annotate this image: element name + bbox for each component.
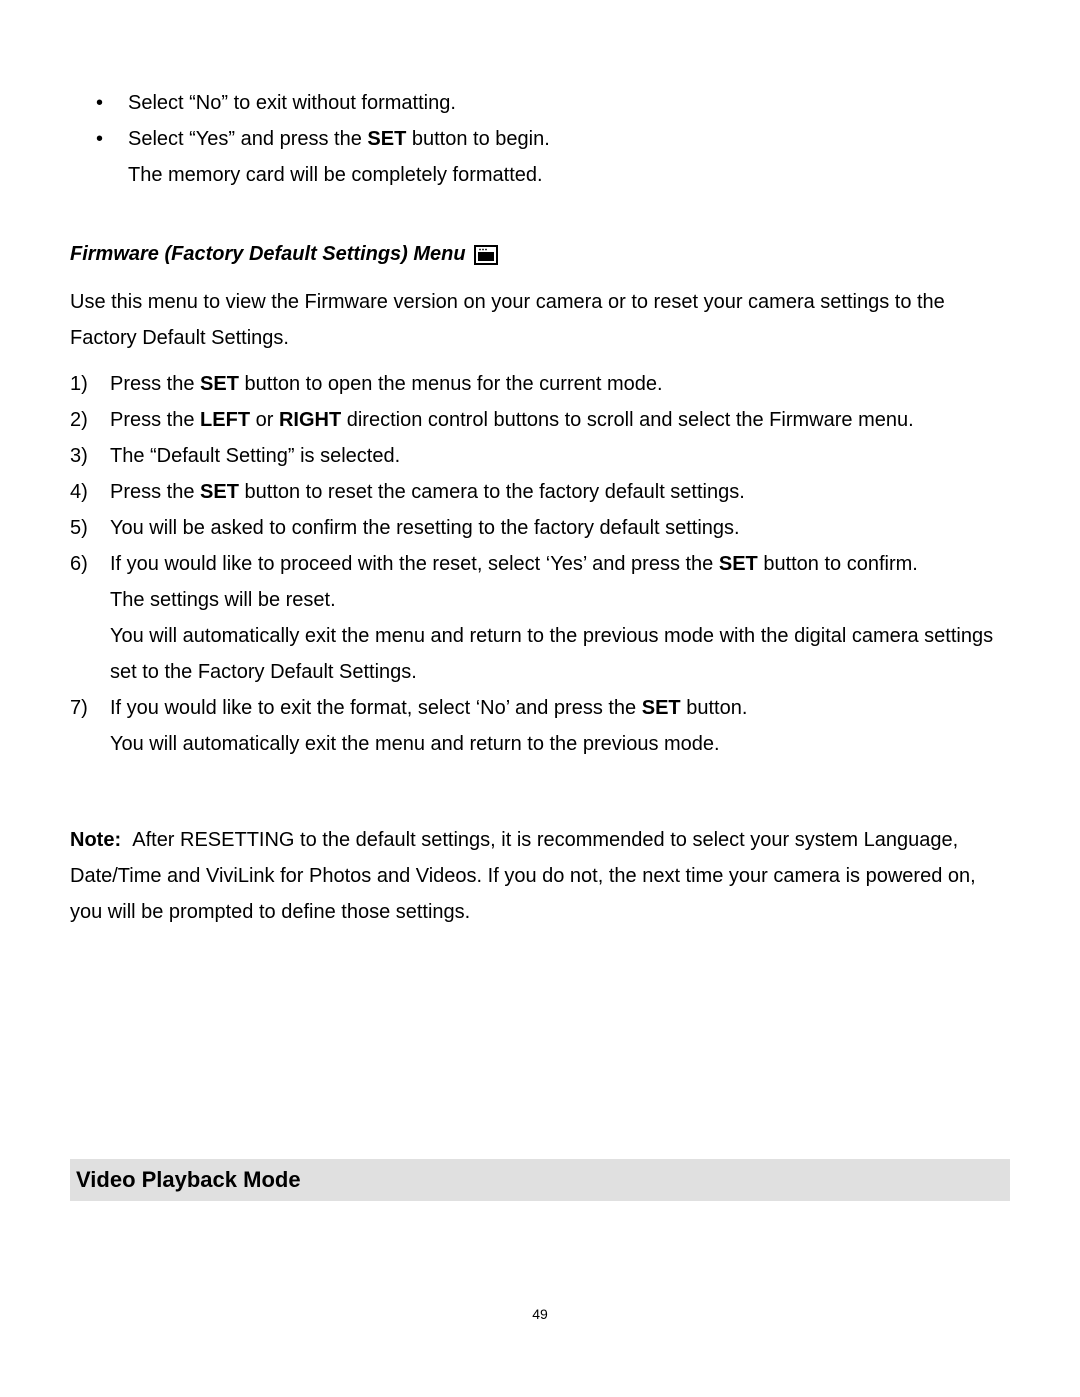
document-page: • Select “No” to exit without formatting…	[0, 0, 1080, 1397]
step-text: Press the SET button to reset the camera…	[110, 481, 745, 503]
left-button-label: LEFT	[200, 409, 250, 431]
set-button-label: SET	[367, 128, 406, 150]
firmware-heading: Firmware (Factory Default Settings) Menu	[70, 243, 1010, 266]
bullet-item: • Select “No” to exit without formatting…	[128, 85, 1010, 121]
bullet-marker: •	[96, 121, 103, 157]
note-text: After RESETTING to the default settings,…	[70, 829, 976, 923]
step-text: You will be asked to confirm the resetti…	[110, 517, 740, 539]
bullet-item: • Select “Yes” and press the SET button …	[128, 121, 1010, 193]
bullet-text: Select “No” to exit without formatting.	[128, 92, 456, 114]
bullet-marker: •	[96, 85, 103, 121]
list-marker: 7)	[70, 690, 88, 726]
video-playback-section-bar: Video Playback Mode	[70, 1159, 1010, 1201]
step-text: Press the LEFT or RIGHT direction contro…	[110, 409, 914, 431]
set-button-label: SET	[200, 481, 239, 503]
list-marker: 1)	[70, 366, 88, 402]
step-subtext: The settings will be reset.	[110, 582, 1010, 618]
list-item: 5) You will be asked to confirm the rese…	[70, 510, 1010, 546]
list-item: 4) Press the SET button to reset the cam…	[70, 474, 1010, 510]
step-text: The “Default Setting” is selected.	[110, 445, 400, 467]
section-bar-text: Video Playback Mode	[76, 1167, 301, 1192]
step-text: If you would like to exit the format, se…	[110, 697, 747, 719]
set-button-label: SET	[719, 553, 758, 575]
list-item: 1) Press the SET button to open the menu…	[70, 366, 1010, 402]
list-marker: 4)	[70, 474, 88, 510]
firmware-steps-list: 1) Press the SET button to open the menu…	[70, 366, 1010, 762]
step-subtext: You will automatically exit the menu and…	[110, 618, 1010, 690]
right-button-label: RIGHT	[279, 409, 341, 431]
list-item: 7) If you would like to exit the format,…	[70, 690, 1010, 762]
bullet-subtext: The memory card will be completely forma…	[128, 157, 1010, 193]
step-text: Press the SET button to open the menus f…	[110, 373, 663, 395]
step-text: If you would like to proceed with the re…	[110, 553, 918, 575]
firmware-intro: Use this menu to view the Firmware versi…	[70, 284, 1010, 356]
step-subtext: You will automatically exit the menu and…	[110, 726, 1010, 762]
set-button-label: SET	[642, 697, 681, 719]
heading-text: Firmware (Factory Default Settings) Menu	[70, 243, 466, 266]
list-marker: 6)	[70, 546, 88, 582]
list-marker: 3)	[70, 438, 88, 474]
note-label: Note:	[70, 829, 121, 851]
note-paragraph: Note: After RESETTING to the default set…	[70, 822, 1010, 930]
format-bullet-list: • Select “No” to exit without formatting…	[70, 85, 1010, 193]
bullet-text: Select “Yes” and press the SET button to…	[128, 128, 550, 150]
list-marker: 2)	[70, 402, 88, 438]
list-item: 2) Press the LEFT or RIGHT direction con…	[70, 402, 1010, 438]
screen-icon	[474, 245, 498, 265]
list-item: 3) The “Default Setting” is selected.	[70, 438, 1010, 474]
page-number: 49	[0, 1306, 1080, 1322]
list-item: 6) If you would like to proceed with the…	[70, 546, 1010, 690]
set-button-label: SET	[200, 373, 239, 395]
list-marker: 5)	[70, 510, 88, 546]
